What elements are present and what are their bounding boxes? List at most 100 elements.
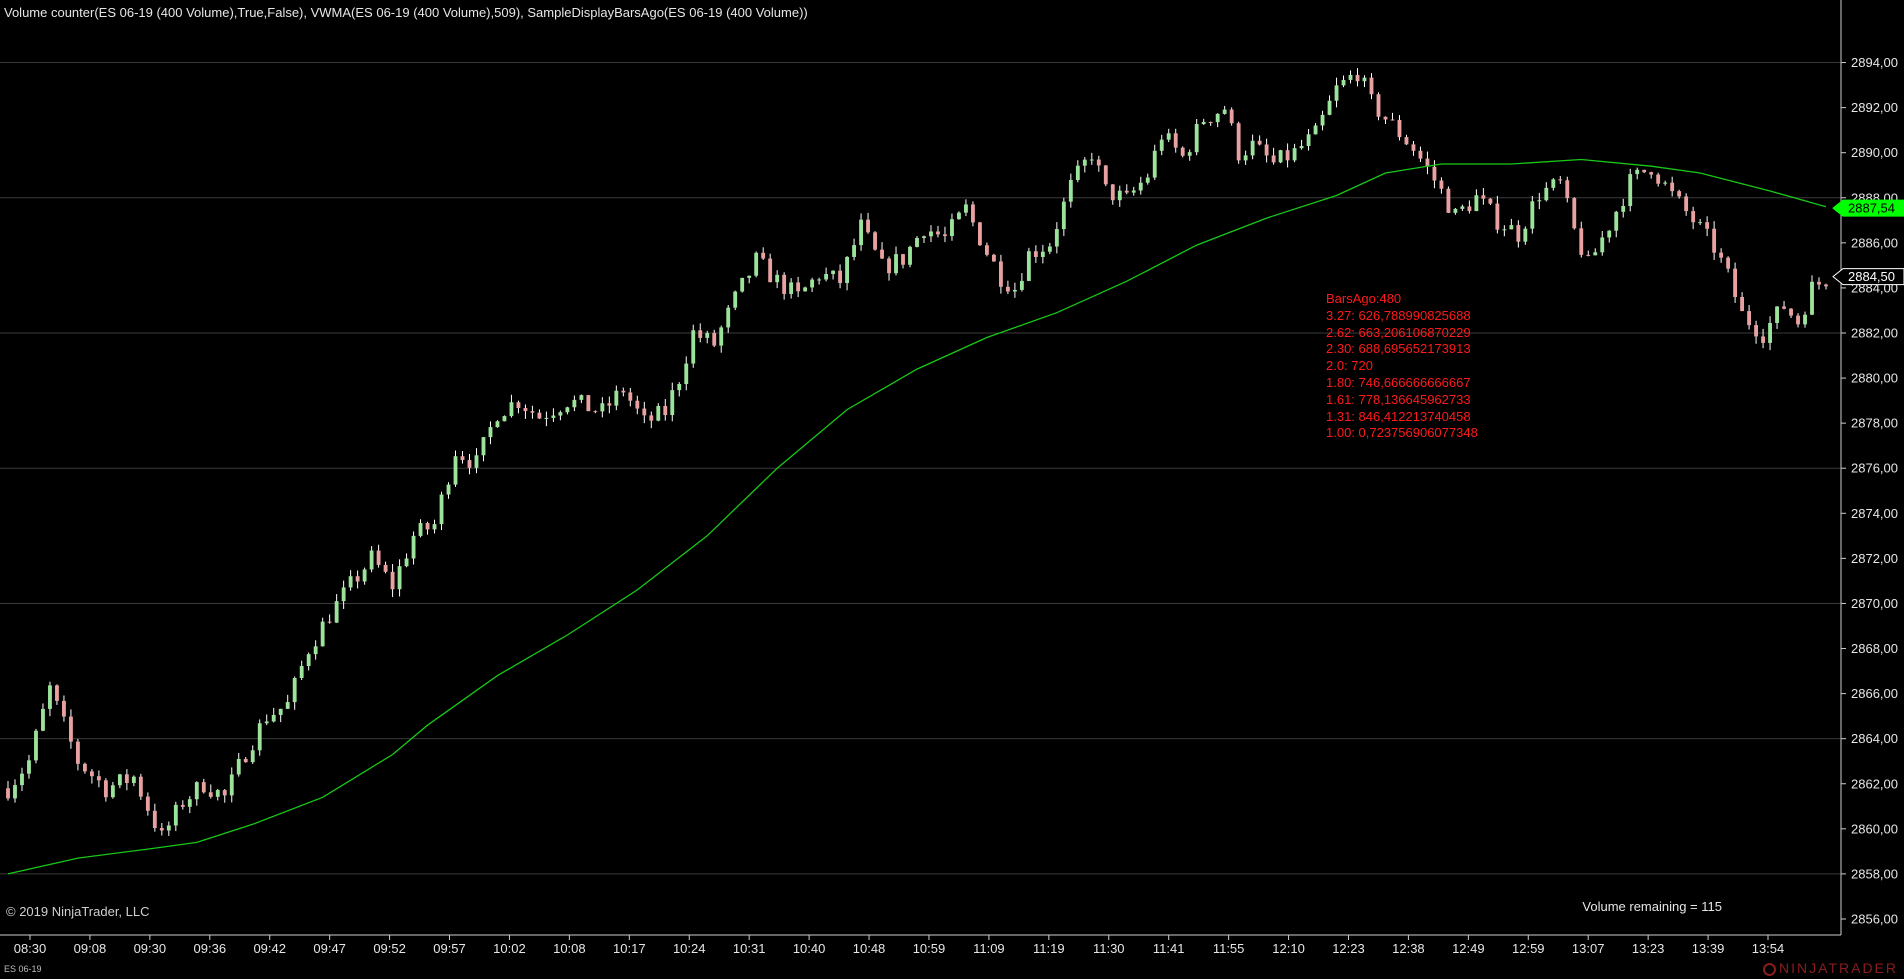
fib-line: 2.30: 688,695652173913 [1326,341,1471,357]
candle-body [180,804,185,807]
candle-body [1446,188,1451,213]
price-flag-label: 2887,54 [1848,201,1895,216]
candle-body [1348,74,1353,80]
candle-body [299,665,304,678]
x-tick-label: 10:17 [613,941,646,956]
candle-body [1194,124,1199,153]
candle-body [89,771,94,777]
candle-body [229,774,234,796]
candle-body [943,234,947,237]
candle-body [348,576,353,588]
candle-body [866,219,870,233]
candle-body [677,384,682,391]
candle-body [1467,206,1472,212]
candle-body [1565,180,1570,199]
candle-body [285,702,290,709]
x-tick-label: 10:31 [733,941,766,956]
x-tick-label: 10:59 [913,941,946,956]
candle-body [1068,180,1073,202]
candle-body [1166,133,1171,140]
candle-body [495,421,500,428]
candle-body [768,258,773,283]
candle-body [530,411,535,413]
x-tick-label: 08:30 [14,941,47,956]
candle-body [810,279,815,288]
candle-body [1285,150,1290,161]
candle-body [998,261,1003,287]
candle-body [1488,198,1493,204]
candle-body [1243,155,1248,161]
candle-body [376,550,381,565]
candle-body [117,774,122,786]
candle-body [1677,191,1682,197]
x-tick-label: 12:38 [1392,941,1425,956]
candle-body [845,256,849,284]
price-flag-label: 2884,50 [1848,269,1895,284]
x-tick-label: 12:23 [1332,941,1365,956]
candle-body [838,270,843,284]
candle-body [1117,190,1122,201]
candle-body [551,415,556,418]
candle-body [1257,140,1262,145]
candle-body [48,685,52,709]
candle-body [1152,150,1157,178]
candle-body [1187,152,1192,156]
y-tick-label: 2870,00 [1851,596,1898,611]
x-tick-label: 11:41 [1153,941,1185,956]
candle-body [740,277,745,292]
candle-body [1607,230,1612,238]
indicator-list[interactable]: Volume counter(ES 06-19 (400 Volume),Tru… [4,5,808,20]
candle-body [159,828,164,831]
candle-body [306,654,311,666]
candle-body [1418,150,1423,159]
candle-body [600,403,605,412]
candle-body [691,330,696,364]
y-tick-label: 2860,00 [1851,821,1898,836]
x-tick-label: 09:36 [194,941,227,956]
candle-body [537,412,542,419]
candle-body [1019,280,1024,290]
y-tick-label: 2872,00 [1851,551,1898,566]
candle-body [124,774,129,783]
candle-body [264,721,269,724]
x-tick-label: 11:09 [973,941,1005,956]
candle-body [1719,252,1724,258]
candle-body [1397,119,1402,138]
candle-body [1705,222,1710,229]
brand-text: NINJATRADER [1779,960,1898,976]
price-chart[interactable]: 2856,00 2858,00 2860,00 2862,00 2864,00 2866,… [0,0,1904,979]
candle-body [453,456,458,485]
candle-body [936,231,940,235]
candle-body [1698,222,1703,224]
candle-body [922,236,926,238]
candle-body [69,716,73,742]
candle-body [1649,172,1654,175]
candle-body [1656,174,1661,184]
candle-body [1586,254,1591,256]
candle-body [1593,252,1598,256]
time-axis[interactable]: 08:30 09:08 09:30 09:36 09:42 09:47 09:52 09:57… [14,935,1785,956]
candle-body [1670,182,1675,192]
candle-body [852,245,856,257]
candle-body [523,408,528,412]
candle-body [488,427,493,438]
price-axis[interactable]: 2856,00 2858,00 2860,00 2862,00 2864,00 2866,… [1841,55,1898,926]
ninjatrader-logo-icon [1763,963,1777,976]
copyright-text: © 2019 NinjaTrader, LLC [6,904,150,919]
candle-body [1803,314,1807,325]
candle-body [712,332,717,346]
candle-body [271,714,276,722]
candle-body [908,246,912,265]
candle-body [1040,251,1045,257]
candle-body [859,219,863,246]
candle-body [1404,137,1409,145]
candle-body [1089,159,1094,161]
x-tick-label: 09:42 [253,941,286,956]
candle-body [41,708,45,731]
candle-body [782,274,787,294]
x-tick-label: 10:02 [493,941,526,956]
y-tick-label: 2878,00 [1851,416,1898,431]
candle-body [663,405,668,416]
x-tick-label: 11:19 [1033,941,1065,956]
candle-body [1369,77,1374,95]
